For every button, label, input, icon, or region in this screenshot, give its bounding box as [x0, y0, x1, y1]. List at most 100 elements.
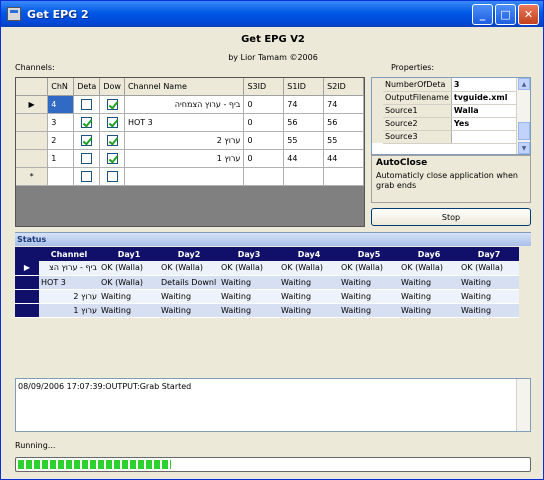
properties-grid[interactable]: NumberOfDeta 3 OutputFilename tvguide.xm… [371, 77, 531, 155]
row-marker[interactable]: ▶ [16, 95, 49, 114]
property-value[interactable] [451, 130, 524, 144]
status-row-marker[interactable]: ▶ [15, 261, 39, 276]
col-header-chn[interactable]: ChN [47, 78, 75, 96]
s1id-cell[interactable] [283, 167, 325, 186]
row-marker[interactable] [16, 131, 49, 150]
property-row[interactable]: OutputFilename tvguide.xml [372, 91, 524, 105]
status-channel-cell[interactable]: ערוץ 2 [39, 289, 99, 304]
status-day-cell[interactable]: Waiting [159, 289, 219, 304]
download-checkbox[interactable] [106, 134, 118, 146]
property-row[interactable]: Source2 Yes [372, 117, 524, 131]
s3id-cell[interactable]: 0 [243, 113, 285, 132]
property-value[interactable]: tvguide.xml [451, 91, 524, 105]
status-col-header-channel[interactable]: Channel [39, 247, 99, 261]
status-day-cell[interactable]: OK (Walla) [459, 261, 519, 276]
channel-name-cell[interactable]: ערוץ 2 [124, 131, 245, 150]
details-checkbox[interactable] [81, 152, 93, 164]
details-checkbox[interactable] [81, 116, 93, 128]
property-value[interactable]: 3 [451, 78, 524, 92]
status-row-marker[interactable] [15, 303, 39, 318]
title-bar[interactable]: Get EPG 2 _ □ ✕ [1, 1, 543, 27]
row-marker[interactable] [16, 113, 49, 132]
status-day-cell[interactable]: Waiting [219, 289, 279, 304]
new-channel-row[interactable]: * [16, 167, 364, 186]
property-name[interactable]: Source2 [383, 117, 452, 131]
status-col-header-day4[interactable]: Day4 [279, 247, 339, 261]
channel-row[interactable]: 1 ערוץ 1 0 44 44 [16, 149, 364, 168]
col-header-details[interactable]: Deta [73, 78, 101, 96]
property-row[interactable]: Source3 [372, 130, 524, 144]
property-name[interactable]: OutputFilename [383, 91, 452, 105]
channel-number-cell[interactable]: 1 [47, 149, 75, 168]
status-channel-cell[interactable]: ערוץ 1 [39, 303, 99, 318]
status-col-header-day3[interactable]: Day3 [219, 247, 279, 261]
download-checkbox[interactable] [106, 170, 118, 182]
scroll-up-arrow-icon[interactable]: ▲ [518, 78, 530, 90]
channel-name-cell[interactable]: ערוץ 1 [124, 149, 245, 168]
s2id-cell[interactable]: 74 [323, 95, 364, 114]
close-button[interactable]: ✕ [518, 4, 539, 25]
property-row[interactable]: NumberOfDeta 3 [372, 78, 524, 92]
status-row-marker[interactable] [15, 275, 39, 290]
channel-row[interactable]: 2 ערוץ 2 0 55 55 [16, 131, 364, 150]
row-marker[interactable] [16, 149, 49, 168]
status-day-cell[interactable]: Waiting [279, 275, 339, 290]
channels-grid[interactable]: ChN Deta Dow Channel Name S3ID S1ID S2ID… [15, 77, 365, 227]
status-day-cell[interactable]: Waiting [219, 275, 279, 290]
col-header-s2id[interactable]: S2ID [323, 78, 364, 96]
status-col-header-day2[interactable]: Day2 [159, 247, 219, 261]
col-header-s1id[interactable]: S1ID [283, 78, 325, 96]
col-header-channel-name[interactable]: Channel Name [124, 78, 245, 96]
channel-name-cell[interactable]: ביף - ערוץ הצמחיה [124, 95, 245, 114]
status-day-cell[interactable]: Waiting [459, 303, 519, 318]
download-checkbox[interactable] [106, 152, 118, 164]
s3id-cell[interactable]: 0 [243, 149, 285, 168]
stop-button[interactable]: Stop [371, 208, 531, 226]
log-scrollbar[interactable] [516, 379, 530, 431]
property-name[interactable]: NumberOfDeta [383, 78, 452, 92]
channel-row[interactable]: 3 HOT 3 0 56 56 [16, 113, 364, 132]
new-row-marker[interactable]: * [16, 167, 49, 186]
status-row-marker[interactable] [15, 289, 39, 304]
status-day-cell[interactable]: Waiting [219, 303, 279, 318]
status-day-cell[interactable]: Waiting [399, 289, 459, 304]
status-day-cell[interactable]: Waiting [279, 289, 339, 304]
channel-row[interactable]: ▶ 4 ביף - ערוץ הצמחיה 0 74 74 [16, 95, 364, 114]
s2id-cell[interactable]: 55 [323, 131, 364, 150]
status-row[interactable]: ערוץ 1 Waiting Waiting Waiting Waiting W… [15, 303, 519, 318]
s2id-cell[interactable]: 44 [323, 149, 364, 168]
property-value[interactable]: Walla [451, 104, 524, 118]
status-day-cell[interactable]: Waiting [99, 289, 159, 304]
status-day-cell[interactable]: OK (Walla) [339, 261, 399, 276]
status-day-cell[interactable]: Waiting [99, 303, 159, 318]
status-row[interactable]: HOT 3 OK (Walla) Details Downl Waiting W… [15, 275, 519, 290]
status-day-cell[interactable]: Waiting [459, 289, 519, 304]
status-day-cell[interactable]: OK (Walla) [159, 261, 219, 276]
s1id-cell[interactable]: 56 [283, 113, 325, 132]
status-day-cell[interactable]: Waiting [339, 303, 399, 318]
status-day-cell[interactable]: OK (Walla) [219, 261, 279, 276]
status-day-cell[interactable]: OK (Walla) [99, 275, 159, 290]
scroll-thumb[interactable] [518, 122, 530, 140]
col-header-download[interactable]: Dow [99, 78, 125, 96]
output-log[interactable]: 08/09/2006 17:07:39:OUTPUT:Grab Started [15, 378, 531, 432]
channel-number-cell[interactable] [47, 167, 75, 186]
s1id-cell[interactable]: 55 [283, 131, 325, 150]
channel-number-cell[interactable]: 4 [47, 95, 75, 114]
status-grid[interactable]: Channel Day1 Day2 Day3 Day4 Day5 Day6 Da… [15, 247, 519, 318]
status-day-cell[interactable]: OK (Walla) [399, 261, 459, 276]
property-row[interactable]: Source1 Walla [372, 104, 524, 118]
s3id-cell[interactable] [243, 167, 285, 186]
status-day-cell[interactable]: Waiting [339, 275, 399, 290]
scroll-down-arrow-icon[interactable]: ▼ [518, 142, 530, 154]
channel-number-cell[interactable]: 3 [47, 113, 75, 132]
status-channel-cell[interactable]: HOT 3 [39, 275, 99, 290]
status-day-cell[interactable]: Waiting [399, 275, 459, 290]
download-checkbox[interactable] [106, 98, 118, 110]
s1id-cell[interactable]: 74 [283, 95, 325, 114]
channel-number-cell[interactable]: 2 [47, 131, 75, 150]
status-day-cell[interactable]: OK (Walla) [279, 261, 339, 276]
property-value[interactable]: Yes [451, 117, 524, 131]
s3id-cell[interactable]: 0 [243, 95, 285, 114]
status-row[interactable]: ▶ ביף - ערוץ הצ OK (Walla) OK (Walla) OK… [15, 261, 519, 276]
